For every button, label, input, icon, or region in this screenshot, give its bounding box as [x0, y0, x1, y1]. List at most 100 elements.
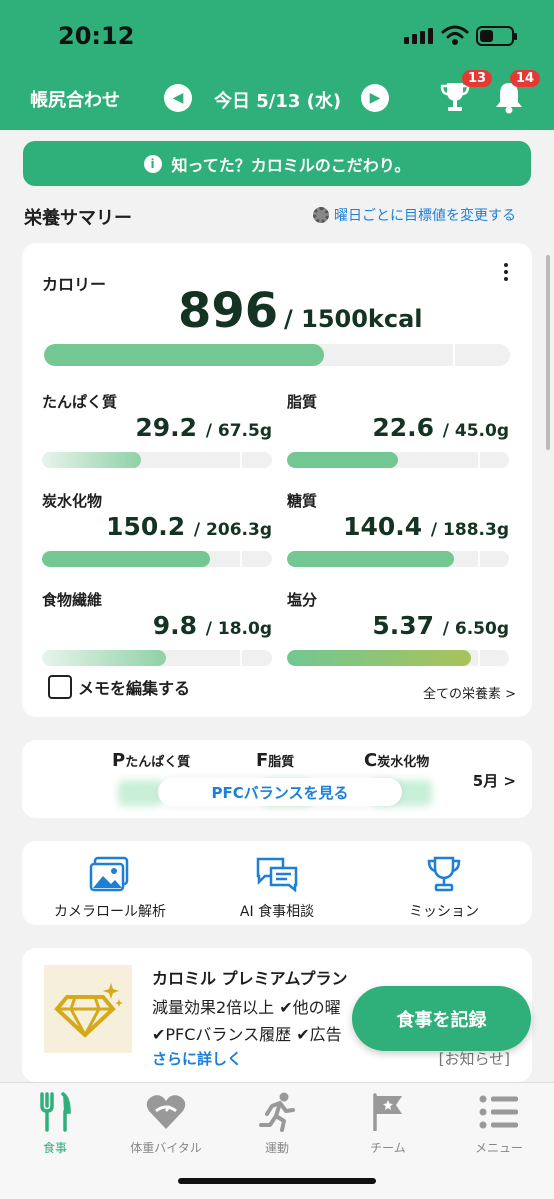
nutrient-progress-bar — [287, 452, 509, 468]
section-title: 栄養サマリー — [24, 208, 132, 229]
nutrient-label: 食物繊維 — [42, 591, 103, 609]
tool-label: AI 食事相談 — [239, 904, 315, 920]
fork-knife-icon — [40, 1092, 71, 1132]
info-banner-text: 知ってた？カロミルのこだわり。 — [171, 155, 411, 175]
mission-button[interactable]: ミッション — [364, 855, 524, 921]
diamond-icon — [54, 983, 123, 1038]
tab-team[interactable]: チーム — [333, 1091, 443, 1156]
tab-label: チーム — [370, 1141, 406, 1155]
edit-memo-label: メモを編集する — [78, 679, 191, 698]
nutrient-progress-fill — [42, 650, 167, 666]
nutrient-amount: 9.8 — [152, 611, 198, 640]
bar-tick — [240, 551, 242, 567]
edit-icon — [48, 675, 72, 699]
all-nutrients-link[interactable]: 全ての栄養素 > — [423, 683, 516, 702]
premium-feature-line: 減量効果2倍以上 ✔他の曜 — [152, 998, 341, 1017]
premium-title: カロミル プレミアムプラン — [152, 969, 348, 988]
tool-label: ミッション — [409, 904, 479, 920]
nutrient-label: 炭水化物 — [42, 492, 103, 510]
nutrition-summary-card[interactable]: カロリー 896 / 1500kcal たんぱく質 29.2 / 67.5g 脂質 2… — [22, 243, 532, 717]
nutrient-progress-fill — [287, 452, 398, 468]
info-icon: i — [143, 154, 162, 173]
record-meal-button[interactable]: 食事を記録 — [352, 986, 531, 1051]
trophy-button[interactable]: 13 — [440, 70, 493, 118]
nutrient-amount: 140.4 — [343, 512, 423, 541]
edit-memo-button[interactable]: メモを編集する — [48, 675, 190, 699]
tab-meal[interactable]: 食事 — [0, 1091, 110, 1156]
balance-adjust-link[interactable]: 帳尻合わせ — [30, 86, 120, 112]
change-goal-label: 曜日ごとに目標値を変更する — [334, 208, 516, 224]
change-goal-link[interactable]: 曜日ごとに目標値を変更する — [313, 205, 516, 225]
prev-day-button[interactable]: ◀ — [164, 84, 192, 112]
nutrient-amount: 22.6 — [372, 413, 435, 442]
trophy-badge: 13 — [462, 70, 493, 87]
gear-icon — [313, 207, 329, 223]
chevron-right-icon: ▶ — [369, 90, 381, 106]
calorie-label: カロリー — [42, 275, 107, 294]
next-day-button[interactable]: ▶ — [361, 84, 389, 112]
signal-icon — [404, 28, 433, 44]
nutrient-progress-bar — [42, 650, 272, 666]
calorie-progress-fill — [44, 344, 324, 366]
notification-button[interactable]: 14 — [494, 70, 541, 118]
premium-feature-line: ✔PFCバランス履歴 ✔広告 — [152, 1025, 342, 1044]
wifi-icon — [441, 25, 469, 45]
premium-more-link[interactable]: さらに詳しく — [152, 1048, 242, 1069]
heart-scale-icon — [146, 1095, 186, 1129]
nutrient-value: 9.8 / 18.0g — [42, 611, 272, 640]
nutrient-progress-fill — [287, 551, 454, 567]
view-pfc-balance-button[interactable]: PFCバランスを見る — [158, 778, 402, 806]
more-options-icon[interactable] — [504, 263, 508, 281]
pfc-p-letter: P — [112, 750, 126, 771]
tab-menu[interactable]: メニュー — [444, 1091, 554, 1156]
status-time: 20:12 — [58, 22, 135, 50]
home-indicator — [178, 1178, 376, 1184]
flag-icon — [373, 1093, 402, 1131]
calorie-progress-bar — [44, 344, 510, 366]
nutrient-amount: 29.2 — [135, 413, 198, 442]
tab-exercise[interactable]: 運動 — [222, 1091, 332, 1156]
camera-roll-analysis-button[interactable]: カメラロール解析 — [30, 855, 190, 921]
photos-icon — [89, 856, 129, 892]
pfc-month-link[interactable]: 5月 > — [473, 770, 516, 791]
nutrient-progress-fill — [42, 551, 210, 567]
nutrient-value: 140.4 / 188.3g — [287, 512, 509, 541]
bar-tick — [478, 650, 480, 666]
nutrient-progress-fill — [42, 452, 141, 468]
tab-weight-vital[interactable]: 体重バイタル — [111, 1091, 221, 1156]
pfc-c-text: 炭水化物 — [377, 755, 430, 770]
current-date[interactable]: 今日 5/13 (水) — [214, 87, 341, 113]
nutrient-goal: / 206.3g — [193, 520, 272, 540]
nutrient-label: たんぱく質 — [42, 393, 118, 411]
nutrient-progress-bar — [42, 452, 272, 468]
nutrient-progress-fill — [287, 650, 472, 666]
pfc-c-letter: C — [364, 750, 378, 771]
pfc-protein-label: Pたんぱく質 — [112, 750, 190, 771]
nutrient-goal: / 67.5g — [205, 421, 272, 441]
calorie-goal: / 1500kcal — [284, 305, 423, 333]
scrollbar[interactable] — [546, 255, 550, 450]
info-banner[interactable]: i 知ってた？カロミルのこだわり。 — [23, 141, 531, 186]
tab-label: 食事 — [42, 1141, 67, 1155]
chevron-left-icon: ◀ — [172, 90, 184, 106]
nutrient-goal: / 6.50g — [442, 619, 509, 639]
diamond-image — [44, 965, 132, 1053]
nutrient-value: 22.6 / 45.0g — [287, 413, 509, 442]
pfc-card[interactable]: Pたんぱく質 F脂質 C炭水化物 PFCバランスを見る 5月 > — [22, 740, 532, 818]
ai-meal-consult-button[interactable]: AI 食事相談 — [197, 855, 357, 921]
runner-icon — [259, 1092, 295, 1132]
tools-card: カメラロール解析 AI 食事相談 ミッション — [22, 841, 532, 925]
bar-tick — [453, 344, 455, 366]
notice-label: [お知らせ] — [438, 1050, 510, 1068]
pfc-carb-label: C炭水化物 — [364, 750, 429, 771]
chat-icon — [256, 857, 298, 892]
bar-tick — [478, 551, 480, 567]
nutrient-progress-bar — [287, 650, 509, 666]
pfc-f-text: 脂質 — [268, 755, 295, 770]
trophy-icon — [427, 856, 461, 892]
tab-label: 体重バイタル — [130, 1141, 202, 1155]
nutrient-progress-bar — [287, 551, 509, 567]
nutrient-progress-bar — [42, 551, 272, 567]
nutrient-goal: / 188.3g — [430, 520, 509, 540]
nutrient-value: 5.37 / 6.50g — [287, 611, 509, 640]
